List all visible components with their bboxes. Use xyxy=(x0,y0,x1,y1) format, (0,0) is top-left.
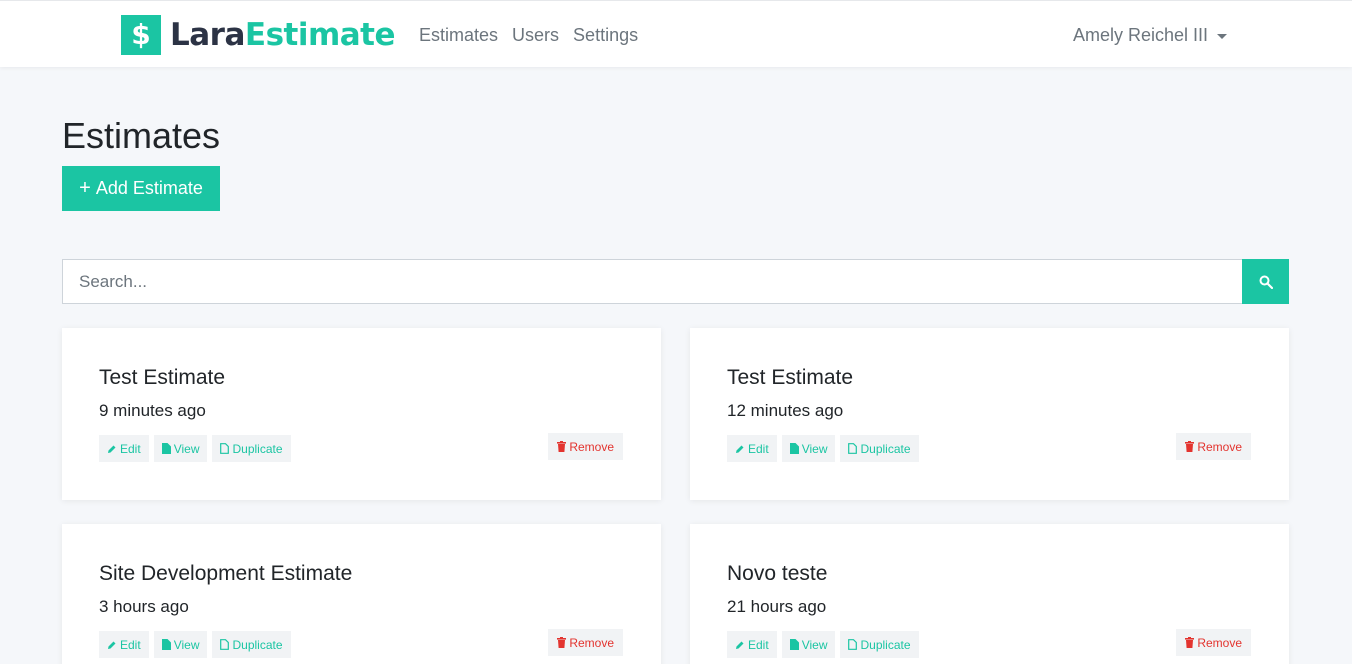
search-button[interactable] xyxy=(1242,259,1289,304)
search-bar xyxy=(62,259,1289,304)
user-menu-dropdown[interactable]: Amely Reichel III xyxy=(1073,24,1228,46)
edit-button[interactable]: Edit xyxy=(727,631,777,658)
estimate-time: 12 minutes ago xyxy=(727,401,844,420)
estimate-card: Site Development Estimate 3 hours ago Ed… xyxy=(62,524,661,664)
estimate-actions: Edit View Duplicate xyxy=(727,435,924,462)
estimate-card: Test Estimate 9 minutes ago Edit View Du… xyxy=(62,328,661,500)
dollar-logo-icon: $ xyxy=(121,14,161,55)
file-icon xyxy=(789,639,799,650)
user-name: Amely Reichel III xyxy=(1073,25,1209,45)
nav-link-users[interactable]: Users xyxy=(512,24,559,46)
duplicate-label: Duplicate xyxy=(860,637,911,652)
add-estimate-label: Add Estimate xyxy=(95,178,203,198)
view-button[interactable]: View xyxy=(781,631,836,658)
duplicate-button[interactable]: Duplicate xyxy=(212,435,291,462)
estimate-card: Test Estimate 12 minutes ago Edit View D… xyxy=(690,328,1289,500)
duplicate-button[interactable]: Duplicate xyxy=(840,631,919,658)
nav-link-settings[interactable]: Settings xyxy=(573,24,638,46)
remove-button[interactable]: Remove xyxy=(1176,433,1251,460)
estimate-time: 9 minutes ago xyxy=(99,401,206,420)
trash-icon xyxy=(557,637,567,648)
trash-icon xyxy=(557,441,567,452)
remove-button[interactable]: Remove xyxy=(1176,629,1251,656)
estimate-time: 21 hours ago xyxy=(727,597,827,616)
file-icon xyxy=(161,443,171,454)
estimate-title: Test Estimate xyxy=(727,366,854,389)
pencil-icon xyxy=(108,445,116,453)
edit-label: Edit xyxy=(120,637,141,652)
remove-label: Remove xyxy=(1197,635,1242,650)
duplicate-label: Duplicate xyxy=(232,637,283,652)
edit-button[interactable]: Edit xyxy=(727,435,777,462)
caret-down-icon xyxy=(1217,33,1228,39)
copy-icon xyxy=(220,443,230,454)
main-nav: Estimates Users Settings xyxy=(419,24,652,46)
pencil-icon xyxy=(108,641,116,649)
plus-icon: + xyxy=(79,177,91,199)
estimate-title: Novo teste xyxy=(727,562,828,585)
duplicate-button[interactable]: Duplicate xyxy=(212,631,291,658)
duplicate-label: Duplicate xyxy=(232,441,283,456)
duplicate-button[interactable]: Duplicate xyxy=(840,435,919,462)
brand-logo[interactable]: $ LaraEstimate xyxy=(121,14,396,55)
view-button[interactable]: View xyxy=(781,435,836,462)
estimate-actions: Edit View Duplicate xyxy=(99,631,296,658)
edit-label: Edit xyxy=(120,441,141,456)
view-label: View xyxy=(801,637,828,652)
nav-link-estimates[interactable]: Estimates xyxy=(419,24,498,46)
estimate-time: 3 hours ago xyxy=(99,597,189,616)
brand-name-part2: Estimate xyxy=(244,16,396,53)
estimate-title: Site Development Estimate xyxy=(99,562,353,585)
trash-icon xyxy=(1185,441,1195,452)
page-title: Estimates xyxy=(62,115,221,156)
remove-label: Remove xyxy=(569,439,614,454)
pencil-icon xyxy=(736,641,744,649)
pencil-icon xyxy=(736,445,744,453)
view-label: View xyxy=(173,441,200,456)
view-button[interactable]: View xyxy=(153,631,208,658)
search-input[interactable] xyxy=(62,259,1242,304)
view-label: View xyxy=(801,441,828,456)
estimate-card: Novo teste 21 hours ago Edit View Duplic… xyxy=(690,524,1289,664)
estimate-actions: Edit View Duplicate xyxy=(727,631,924,658)
view-button[interactable]: View xyxy=(153,435,208,462)
edit-button[interactable]: Edit xyxy=(99,631,149,658)
brand-name: LaraEstimate xyxy=(170,15,396,55)
edit-button[interactable]: Edit xyxy=(99,435,149,462)
view-label: View xyxy=(173,637,200,652)
remove-label: Remove xyxy=(569,635,614,650)
remove-label: Remove xyxy=(1197,439,1242,454)
estimate-actions: Edit View Duplicate xyxy=(99,435,296,462)
remove-button[interactable]: Remove xyxy=(548,433,623,460)
copy-icon xyxy=(848,639,858,650)
edit-label: Edit xyxy=(748,637,769,652)
top-navbar: $ LaraEstimate Estimates Users Settings … xyxy=(0,0,1352,67)
search-icon xyxy=(1259,275,1273,289)
edit-label: Edit xyxy=(748,441,769,456)
file-icon xyxy=(789,443,799,454)
brand-name-part1: Lara xyxy=(170,16,245,53)
copy-icon xyxy=(848,443,858,454)
file-icon xyxy=(161,639,171,650)
remove-button[interactable]: Remove xyxy=(548,629,623,656)
trash-icon xyxy=(1185,637,1195,648)
add-estimate-button[interactable]: + Add Estimate xyxy=(62,166,220,211)
estimate-title: Test Estimate xyxy=(99,366,226,389)
copy-icon xyxy=(220,639,230,650)
duplicate-label: Duplicate xyxy=(860,441,911,456)
